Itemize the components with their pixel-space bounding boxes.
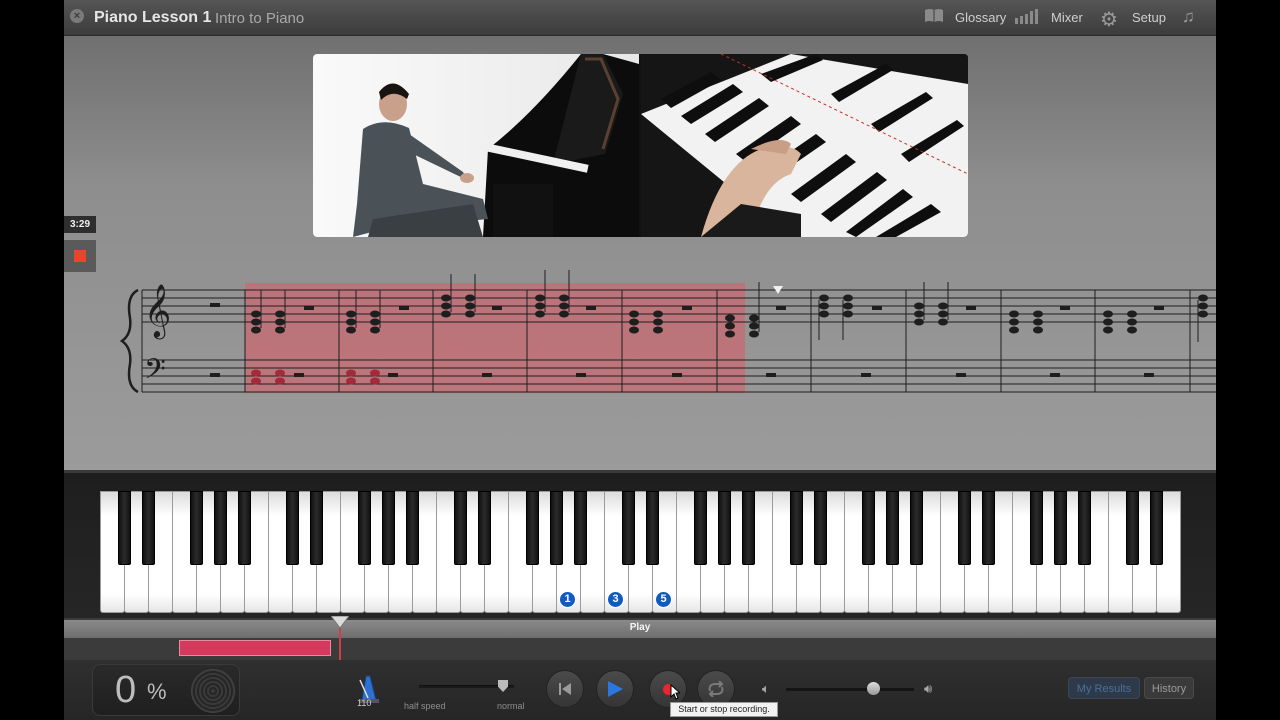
black-key[interactable] — [1029, 491, 1043, 565]
volume-low-icon[interactable]: 🔈︎ — [762, 681, 770, 697]
black-key[interactable] — [861, 491, 875, 565]
close-icon[interactable]: × — [70, 9, 84, 23]
finger-number-marker: 5 — [655, 591, 672, 608]
score-display: 0 % — [92, 664, 240, 716]
speed-max-label: normal — [497, 701, 525, 711]
black-key[interactable] — [189, 491, 203, 565]
black-key[interactable] — [885, 491, 899, 565]
rewind-button[interactable] — [546, 670, 584, 708]
piano-keyboard[interactable]: 1 3 5 — [100, 491, 1181, 613]
timeline-played-region[interactable] — [179, 640, 331, 656]
play-icon — [608, 681, 623, 697]
setup-button[interactable]: Setup — [1132, 10, 1166, 25]
timeline[interactable]: Play — [64, 616, 1216, 660]
play-button[interactable] — [596, 670, 634, 708]
black-key[interactable] — [549, 491, 563, 565]
black-key[interactable] — [357, 491, 371, 565]
black-key[interactable] — [1125, 491, 1139, 565]
black-key[interactable] — [117, 491, 131, 565]
title-bar: × Piano Lesson 1 Intro to Piano Glossary… — [64, 0, 1216, 36]
volume-high-icon[interactable]: 🔊︎ — [924, 681, 932, 697]
skip-back-icon — [559, 683, 571, 695]
loop-icon — [708, 680, 724, 698]
timeline-section-label: Play — [629, 622, 651, 633]
speed-slider-thumb[interactable] — [498, 680, 508, 692]
black-key[interactable] — [237, 491, 251, 565]
black-key[interactable] — [789, 491, 803, 565]
finger-number-marker: 1 — [559, 591, 576, 608]
black-key[interactable] — [693, 491, 707, 565]
black-key[interactable] — [741, 491, 755, 565]
black-key[interactable] — [957, 491, 971, 565]
black-key[interactable] — [1053, 491, 1067, 565]
black-key[interactable] — [645, 491, 659, 565]
lesson-stage: 3:29 𝄞 𝄢 — [64, 36, 1216, 470]
history-button[interactable]: History — [1144, 677, 1194, 699]
lesson-subtitle: Intro to Piano — [215, 10, 305, 27]
keyboard-frame: 1 3 5 — [64, 470, 1216, 618]
finger-number-marker: 3 — [607, 591, 624, 608]
black-key[interactable] — [477, 491, 491, 565]
black-key[interactable] — [1149, 491, 1163, 565]
piano-lesson-app: × Piano Lesson 1 Intro to Piano Glossary… — [64, 0, 1216, 720]
tempo-value: 110 — [357, 698, 372, 708]
black-key[interactable] — [909, 491, 923, 565]
mixer-button[interactable]: Mixer — [1051, 10, 1083, 25]
score-unit: % — [147, 679, 167, 704]
volume-slider-thumb[interactable] — [867, 682, 880, 695]
score-dial-icon — [191, 669, 235, 713]
treble-clef-icon: 𝄞 — [144, 283, 171, 339]
speed-min-label: half speed — [404, 701, 446, 711]
lesson-title: Piano Lesson 1 — [94, 9, 212, 26]
black-key[interactable] — [525, 491, 539, 565]
glossary-button[interactable]: Glossary — [955, 10, 1006, 25]
volume-slider[interactable] — [786, 688, 914, 691]
transport-bar: 0 % 110 half speed normal 🔈︎ 🔊︎ My Resul… — [64, 660, 1216, 720]
black-key[interactable] — [309, 491, 323, 565]
black-key[interactable] — [573, 491, 587, 565]
black-key[interactable] — [621, 491, 635, 565]
black-key[interactable] — [381, 491, 395, 565]
book-icon[interactable] — [924, 8, 944, 29]
grand-staff-brace — [119, 288, 139, 394]
black-key[interactable] — [285, 491, 299, 565]
black-key[interactable] — [813, 491, 827, 565]
record-tooltip: Start or stop recording. — [670, 702, 778, 717]
video-closeup-view — [641, 54, 968, 237]
music-note-icon[interactable]: ♫ — [1182, 7, 1195, 27]
mouse-cursor-icon — [670, 684, 680, 700]
video-wide-view — [313, 54, 639, 237]
lesson-video[interactable] — [313, 54, 968, 237]
mixer-icon[interactable] — [1015, 8, 1039, 29]
black-key[interactable] — [1077, 491, 1091, 565]
black-key[interactable] — [717, 491, 731, 565]
gear-icon[interactable]: ⚙ — [1100, 7, 1118, 32]
black-key[interactable] — [213, 491, 227, 565]
music-notation: 𝄞 𝄢 — [119, 270, 1216, 394]
score-value: 0 — [115, 669, 137, 711]
black-key[interactable] — [981, 491, 995, 565]
playhead-handle-icon[interactable] — [331, 616, 349, 628]
my-results-button[interactable]: My Results — [1068, 677, 1140, 699]
bass-clef-icon: 𝄢 — [144, 353, 166, 393]
black-key[interactable] — [453, 491, 467, 565]
elapsed-time-label: 3:29 — [64, 216, 96, 233]
black-key[interactable] — [141, 491, 155, 565]
black-key[interactable] — [405, 491, 419, 565]
